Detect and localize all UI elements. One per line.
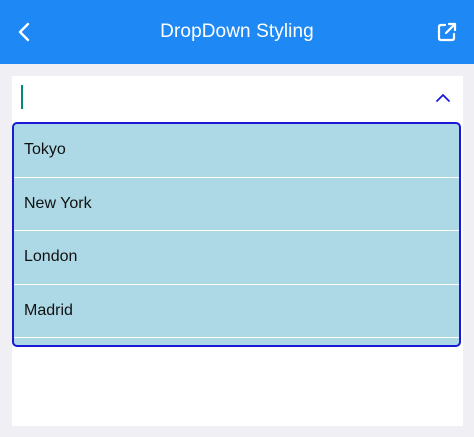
dropdown-item-label: London xyxy=(24,248,78,266)
combo-box[interactable] xyxy=(12,76,463,120)
dropdown-scroll-tail[interactable] xyxy=(14,338,459,345)
open-external-button[interactable] xyxy=(430,14,464,50)
text-caret xyxy=(21,85,23,109)
back-button[interactable] xyxy=(8,12,40,52)
dropdown-toggle-button[interactable] xyxy=(429,84,457,112)
dropdown-item-london[interactable]: London xyxy=(14,231,459,285)
page-title: DropDown Styling xyxy=(160,21,314,42)
dropdown-item-label: Tokyo xyxy=(24,141,66,159)
dropdown-item-tokyo[interactable]: Tokyo xyxy=(14,124,459,178)
chevron-up-icon xyxy=(436,94,450,102)
dropdown-item-label: New York xyxy=(24,194,92,212)
dropdown-item-madrid[interactable]: Madrid xyxy=(14,285,459,338)
dropdown-item-label: Madrid xyxy=(24,301,73,319)
app-bar: DropDown Styling xyxy=(0,0,474,64)
dropdown-list: Tokyo New York London Madrid xyxy=(12,122,461,347)
bottom-strip xyxy=(0,428,474,437)
chevron-left-icon xyxy=(18,22,30,42)
open-external-icon xyxy=(437,22,457,42)
dropdown-item-new-york[interactable]: New York xyxy=(14,178,459,231)
